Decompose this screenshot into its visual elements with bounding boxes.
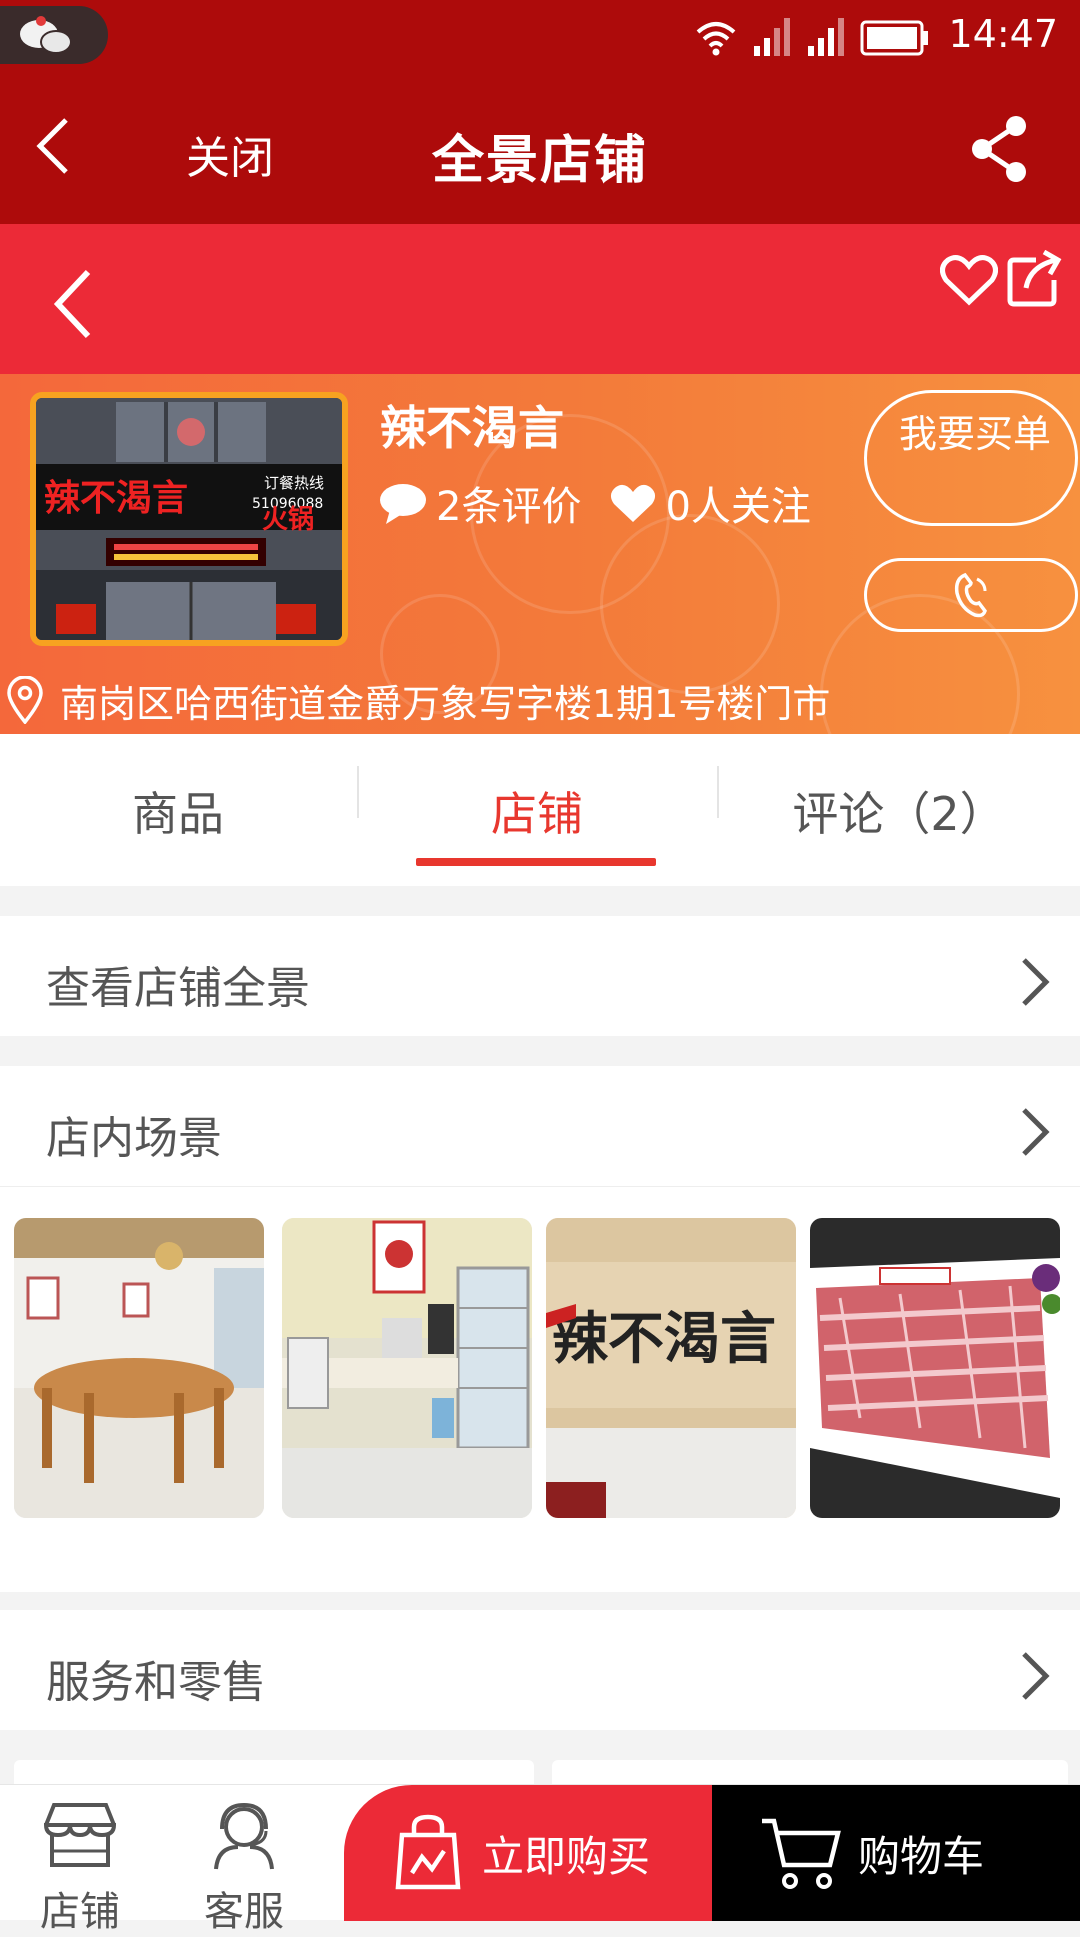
scenes-row[interactable]: 店内场景 (0, 1066, 1080, 1186)
phone-icon (954, 572, 987, 618)
page-title: 全景店铺 (431, 131, 648, 191)
heart-outline-icon[interactable] (940, 254, 998, 306)
chevron-right-icon (1022, 1652, 1050, 1700)
store-button-label: 店铺 (40, 1889, 120, 1935)
wifi-icon (696, 22, 736, 56)
status-bar: 14:47 (0, 0, 1080, 74)
view-panorama-row[interactable]: 查看店铺全景 (0, 916, 1080, 1036)
location-pin-icon (7, 676, 43, 724)
wechat-floating-icon[interactable] (0, 6, 108, 64)
tab-store[interactable]: 店铺 (356, 778, 718, 844)
decor-circle (600, 514, 780, 694)
buy-now-button[interactable]: 立即购买 (344, 1785, 714, 1921)
bottom-action-bar: 店铺 客服 立即购买 购物车 (0, 1784, 1080, 1935)
svg-text:火锅: 火锅 (262, 505, 314, 535)
buy-now-label: 立即购买 (482, 1831, 651, 1881)
store-header: 辣不渴言 订餐热线 51096088 火锅 辣不渴言 2条评价 0人关注 我要买… (0, 374, 1080, 734)
scene-image-counter[interactable] (282, 1218, 532, 1518)
call-button[interactable] (864, 558, 1078, 632)
svg-text:辣不渴言: 辣不渴言 (44, 477, 188, 519)
store-name: 辣不渴言 (380, 401, 564, 455)
store-stats: 2条评价 0人关注 (378, 474, 839, 532)
export-icon[interactable] (1006, 250, 1062, 308)
signal-2-icon (808, 18, 844, 56)
wall-logo-image: 辣不渴言 (546, 1218, 796, 1518)
cart-button[interactable]: 购物车 (712, 1785, 1080, 1921)
title-bar: 关闭 全景店铺 (0, 74, 1080, 224)
reviews-stat[interactable]: 2条评价 (378, 474, 581, 532)
scene-image-wall-logo[interactable]: 辣不渴言 (546, 1218, 796, 1518)
cart-icon (762, 1818, 841, 1889)
store-nav-bar (0, 224, 1080, 374)
services-row[interactable]: 服务和零售 (0, 1610, 1080, 1730)
cart-label: 购物车 (858, 1831, 985, 1881)
chevron-right-icon (1022, 958, 1050, 1006)
tab-reviews[interactable]: 评论（2） (718, 778, 1080, 844)
signal-1-icon (754, 18, 790, 56)
storefront-image: 辣不渴言 订餐热线 51096088 火锅 (36, 398, 342, 640)
dining-room-image (14, 1218, 264, 1518)
shopping-bag-icon (395, 1814, 461, 1890)
pay-bill-button[interactable]: 我要买单 (864, 390, 1078, 526)
scene-image-meat[interactable] (810, 1218, 1060, 1518)
store-button[interactable]: 店铺 (20, 1799, 140, 1937)
battery-icon (860, 20, 928, 56)
address-row[interactable]: 南岗区哈西街道金爵万象写字楼1期1号楼门市 (0, 670, 1080, 730)
active-tab-indicator (416, 858, 656, 866)
reviews-count: 2条评价 (436, 484, 582, 530)
store-icon (43, 1803, 117, 1867)
row-label: 服务和零售 (46, 1657, 266, 1708)
follows-stat[interactable]: 0人关注 (609, 474, 811, 532)
store-photo[interactable]: 辣不渴言 订餐热线 51096088 火锅 (30, 392, 348, 646)
tab-bar: 商品 店铺 评论（2） (0, 734, 1080, 886)
svg-text:辣不渴言: 辣不渴言 (552, 1306, 776, 1372)
row-label: 店内场景 (46, 1113, 222, 1164)
svg-text:订餐热线: 订餐热线 (264, 474, 324, 492)
chat-bubble-shape-2 (40, 30, 72, 54)
share-icon[interactable] (968, 114, 1032, 184)
follows-count: 0人关注 (665, 484, 811, 530)
customer-service-icon (214, 1802, 274, 1870)
customer-service-button[interactable]: 客服 (184, 1799, 304, 1937)
scene-image-dining-room[interactable] (14, 1218, 264, 1518)
divider (0, 1186, 1080, 1187)
tab-products[interactable]: 商品 (0, 778, 356, 844)
status-icons (694, 16, 930, 56)
store-address: 南岗区哈西街道金爵万象写字楼1期1号楼门市 (60, 681, 831, 726)
heart-icon (611, 484, 656, 522)
back-arrow-icon[interactable] (48, 264, 98, 344)
comment-icon (380, 484, 426, 524)
sliced-meat-image (810, 1218, 1060, 1518)
customer-service-label: 客服 (204, 1889, 284, 1935)
clock: 14:47 (948, 12, 1058, 56)
row-label: 查看店铺全景 (46, 963, 310, 1014)
scene-gallery: 辣不渴言 (0, 1186, 1080, 1592)
counter-image (282, 1218, 532, 1518)
chevron-right-icon (1022, 1108, 1050, 1156)
notification-dot (36, 16, 46, 26)
